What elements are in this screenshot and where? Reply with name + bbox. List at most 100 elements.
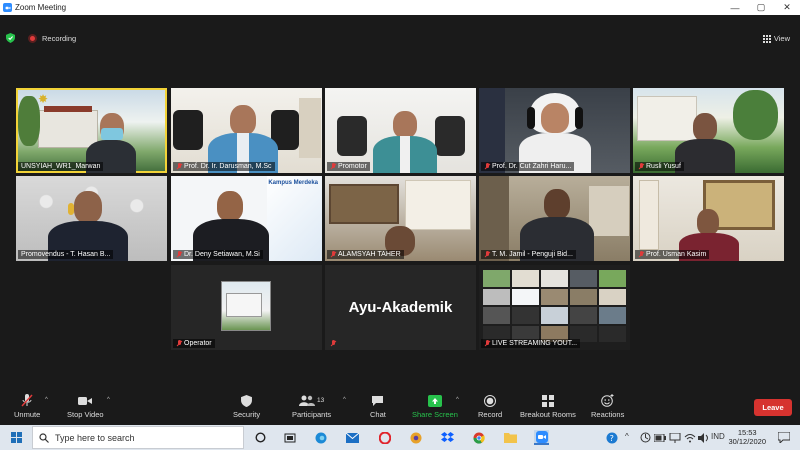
participant-name: Prof. Dr. Ir. Darusman, M.Sc bbox=[173, 162, 275, 171]
recording-label[interactable]: Recording bbox=[42, 34, 76, 43]
security-button[interactable]: Security bbox=[233, 394, 260, 419]
participant-name: ALAMSYAH TAHER bbox=[327, 250, 404, 259]
reactions-label: Reactions bbox=[591, 410, 625, 419]
video-tile[interactable]: ALAMSYAH TAHER bbox=[325, 176, 476, 261]
task-view-icon[interactable] bbox=[282, 430, 297, 445]
zoom-logo-icon bbox=[3, 3, 12, 12]
participant-name: Dr. Deny Setiawan, M.Si bbox=[173, 250, 263, 259]
video-tile[interactable]: LIVE STREAMING YOUT... bbox=[479, 265, 630, 350]
chrome-icon[interactable] bbox=[471, 430, 486, 445]
wifi-icon[interactable] bbox=[682, 430, 697, 445]
tray-app-icon[interactable] bbox=[638, 430, 653, 445]
breakout-rooms-button[interactable]: Breakout Rooms bbox=[520, 394, 576, 419]
meeting-info-bar: Recording bbox=[6, 33, 76, 43]
video-tile[interactable]: Prof. Usman Kasim bbox=[633, 176, 784, 261]
kampus-merdeka-banner: Kampus Merdeka bbox=[268, 180, 318, 186]
mic-muted-icon bbox=[330, 340, 336, 347]
participant-name: LIVE STREAMING YOUT... bbox=[481, 339, 581, 348]
record-button[interactable]: Record bbox=[478, 394, 502, 419]
share-screen-label: Share Screen bbox=[412, 410, 458, 419]
participant-name: Prof. Dr. Cut Zahri Haru... bbox=[481, 162, 575, 171]
volume-icon[interactable] bbox=[696, 430, 711, 445]
gallery-view-icon bbox=[762, 34, 771, 43]
video-tile[interactable]: Prof. Dr. Cut Zahri Haru... bbox=[479, 88, 630, 173]
participant-name: Operator bbox=[173, 339, 215, 348]
participants-options-chevron-icon[interactable]: ^ bbox=[343, 397, 346, 403]
participant-name: T. M. Jamil - Penguji Bid... bbox=[481, 250, 576, 259]
view-button[interactable]: View bbox=[762, 34, 790, 43]
cortana-icon[interactable] bbox=[253, 430, 268, 445]
mic-muted-icon bbox=[484, 251, 490, 258]
opera-browser-icon[interactable] bbox=[377, 430, 392, 445]
leave-button[interactable]: Leave bbox=[754, 399, 792, 416]
mic-muted-icon bbox=[638, 163, 644, 170]
participant-display-name: Ayu-Akademik bbox=[348, 299, 453, 316]
search-placeholder: Type here to search bbox=[55, 432, 135, 443]
stop-video-button[interactable]: Stop Video bbox=[67, 394, 104, 419]
participant-name: Prof. Usman Kasim bbox=[635, 250, 710, 259]
participants-label: Participants bbox=[292, 410, 332, 419]
video-tile[interactable]: Ayu-Akademik bbox=[325, 265, 476, 350]
audio-options-chevron-icon[interactable]: ^ bbox=[45, 397, 48, 403]
mic-muted-icon bbox=[176, 340, 182, 347]
chrome-canary-icon[interactable] bbox=[408, 430, 423, 445]
video-tile[interactable]: ✸ UNSYIAH_WR1_Marwan bbox=[16, 88, 167, 173]
mic-muted-icon bbox=[330, 251, 336, 258]
show-hidden-icons-chevron-icon[interactable]: ^ bbox=[625, 432, 629, 441]
record-label: Record bbox=[478, 410, 503, 419]
unmute-button[interactable]: Unmute bbox=[14, 394, 40, 419]
video-tile[interactable]: Promovendus - T. Hasan B... bbox=[16, 176, 167, 261]
share-screen-icon bbox=[427, 394, 442, 407]
security-shield-icon bbox=[240, 394, 254, 407]
video-camera-icon bbox=[78, 394, 93, 407]
video-options-chevron-icon[interactable]: ^ bbox=[107, 397, 110, 403]
breakout-rooms-icon bbox=[541, 394, 555, 407]
language-indicator[interactable]: IND bbox=[711, 432, 725, 441]
search-icon bbox=[39, 433, 49, 443]
edge-browser-icon[interactable] bbox=[313, 430, 328, 445]
share-options-chevron-icon[interactable]: ^ bbox=[456, 397, 459, 403]
window-title: Zoom Meeting bbox=[15, 3, 67, 12]
mic-muted-icon bbox=[638, 251, 644, 258]
video-tile[interactable]: Kampus Merdeka Dr. Deny Setiawan, M.Si bbox=[171, 176, 322, 261]
taskbar-clock[interactable]: 15:53 30/12/2020 bbox=[728, 428, 766, 446]
emoji-reaction-icon bbox=[601, 394, 615, 407]
svg-text:?: ? bbox=[609, 434, 613, 443]
breakout-rooms-label: Breakout Rooms bbox=[520, 410, 576, 419]
taskbar-search-input[interactable]: Type here to search bbox=[32, 426, 244, 449]
participant-name: Rusli Yusuf bbox=[635, 162, 684, 171]
video-tile[interactable]: Rusli Yusuf bbox=[633, 88, 784, 173]
close-button[interactable]: ✕ bbox=[774, 0, 800, 15]
network-icon[interactable] bbox=[667, 430, 682, 445]
video-tile[interactable]: Operator bbox=[171, 265, 322, 350]
battery-icon[interactable] bbox=[652, 430, 667, 445]
file-explorer-icon[interactable] bbox=[503, 430, 518, 445]
participant-name: Promovendus - T. Hasan B... bbox=[18, 250, 114, 259]
video-tile[interactable]: Promotor bbox=[325, 88, 476, 173]
recording-icon bbox=[28, 33, 37, 43]
help-icon[interactable]: ? bbox=[604, 430, 619, 445]
mic-muted-icon bbox=[176, 251, 182, 258]
record-icon bbox=[483, 394, 497, 407]
mic-muted-icon bbox=[330, 163, 336, 170]
chat-bubble-icon bbox=[371, 394, 385, 407]
livestream-gallery-preview bbox=[483, 270, 626, 342]
windows-start-icon[interactable] bbox=[9, 430, 24, 445]
minimize-button[interactable]: — bbox=[722, 0, 748, 15]
participants-button[interactable]: 13 Participants bbox=[292, 394, 331, 419]
mic-off-icon bbox=[20, 394, 34, 407]
reactions-button[interactable]: Reactions bbox=[591, 394, 624, 419]
dropbox-icon[interactable] bbox=[440, 430, 455, 445]
participants-count: 13 bbox=[316, 397, 325, 404]
mail-icon[interactable] bbox=[345, 430, 360, 445]
maximize-button[interactable]: ▢ bbox=[748, 0, 774, 15]
video-tile[interactable]: T. M. Jamil - Penguji Bid... bbox=[479, 176, 630, 261]
video-tile[interactable]: Prof. Dr. Ir. Darusman, M.Sc bbox=[171, 88, 322, 173]
share-screen-button[interactable]: Share Screen bbox=[412, 394, 458, 419]
zoom-taskbar-icon[interactable] bbox=[534, 430, 549, 445]
participant-name: Promotor bbox=[327, 162, 370, 171]
shield-icon[interactable] bbox=[6, 33, 15, 43]
notifications-icon[interactable] bbox=[776, 430, 791, 445]
chat-button[interactable]: Chat bbox=[370, 394, 386, 419]
view-label: View bbox=[773, 34, 790, 43]
